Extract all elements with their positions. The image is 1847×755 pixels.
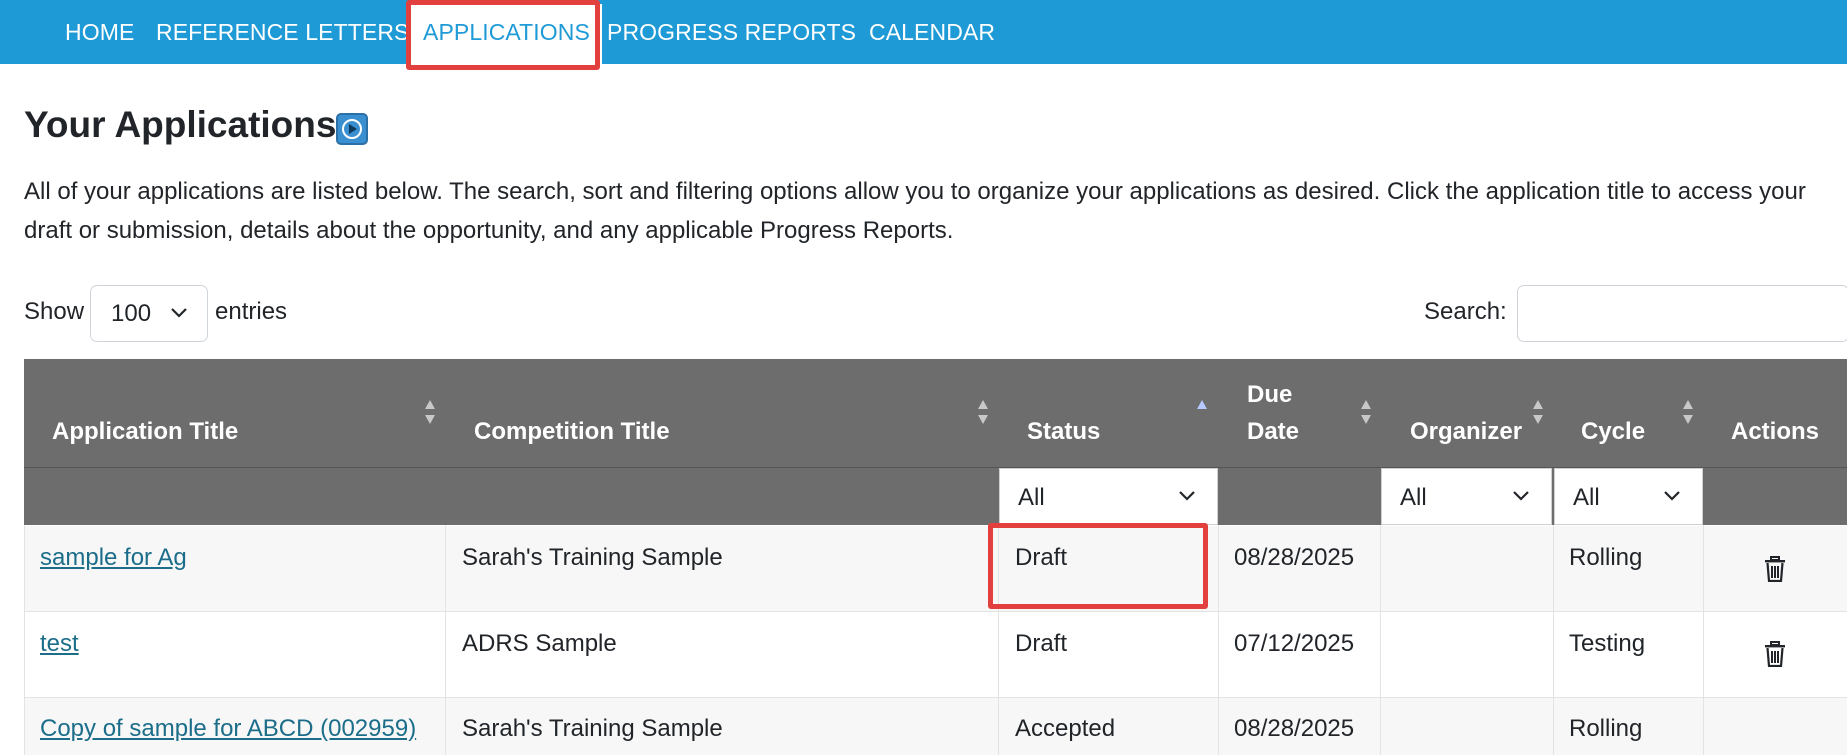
organizer-filter-value: All — [1400, 484, 1427, 511]
sort-arrows-icon[interactable] — [1682, 399, 1694, 425]
application-title-link[interactable]: sample for Ag — [40, 543, 187, 573]
column-divider — [1703, 525, 1704, 755]
nav-progress-reports[interactable]: PROGRESS REPORTS — [607, 0, 856, 64]
nav-reference-letters[interactable]: REFERENCE LETTERS — [156, 0, 409, 64]
column-divider — [445, 525, 446, 755]
chevron-down-icon — [1664, 491, 1680, 501]
sort-arrows-icon[interactable] — [424, 399, 436, 425]
cycle-cell: Rolling — [1569, 715, 1643, 742]
status-cell: Accepted — [1015, 715, 1116, 742]
due-date-cell: 07/12/2025 — [1234, 630, 1355, 657]
column-divider — [1380, 525, 1381, 755]
due-date-cell: 08/28/2025 — [1234, 715, 1355, 742]
column-divider — [1553, 525, 1554, 755]
search-label: Search: — [1424, 298, 1507, 325]
nav-home[interactable]: HOME — [65, 0, 134, 64]
cycle-filter-value: All — [1573, 484, 1600, 511]
organizer-filter-select[interactable]: All — [1381, 468, 1552, 525]
page-title: Your Applications — [24, 104, 337, 145]
header-organizer[interactable]: Organizer — [1410, 414, 1522, 450]
cycle-cell: Rolling — [1569, 544, 1643, 571]
sort-arrows-icon[interactable] — [977, 399, 989, 425]
entries-select[interactable]: 100 — [90, 285, 208, 342]
sort-arrows-icon[interactable] — [1360, 399, 1372, 425]
chevron-down-icon — [171, 308, 187, 318]
application-title-link[interactable]: Copy of sample for ABCD (002959) — [40, 714, 416, 744]
entries-label: entries — [215, 298, 288, 325]
table-header — [24, 359, 1847, 468]
competition-title-cell: Sarah's Training Sample — [462, 544, 723, 571]
due-date-cell: 08/28/2025 — [1234, 544, 1355, 571]
nav-calendar[interactable]: CALENDAR — [869, 0, 995, 64]
header-due-date-line1[interactable]: Due — [1247, 377, 1292, 413]
competition-title-cell: Sarah's Training Sample — [462, 715, 723, 742]
status-filter-select[interactable]: All — [999, 468, 1218, 525]
status-cell: Draft — [1015, 630, 1068, 657]
column-divider — [1218, 525, 1219, 755]
top-navbar: HOME REFERENCE LETTERS APPLICATIONS PROG… — [0, 0, 1847, 64]
nav-applications[interactable]: APPLICATIONS — [411, 4, 602, 64]
chevron-down-icon — [1513, 491, 1529, 501]
cycle-filter-select[interactable]: All — [1554, 468, 1703, 525]
header-cycle[interactable]: Cycle — [1581, 414, 1645, 450]
sort-asc-icon[interactable] — [1196, 399, 1208, 425]
search-input[interactable] — [1517, 285, 1847, 342]
competition-title-cell: ADRS Sample — [462, 630, 617, 657]
intro-text: All of your applications are listed belo… — [24, 178, 1806, 244]
trash-icon[interactable] — [1764, 641, 1786, 667]
header-actions: Actions — [1731, 418, 1820, 445]
sort-arrows-icon[interactable] — [1532, 399, 1544, 425]
chevron-down-icon — [1179, 491, 1195, 501]
column-divider — [24, 525, 25, 755]
header-due-date-line2[interactable]: Date — [1247, 414, 1299, 450]
header-competition-title[interactable]: Competition Title — [474, 414, 670, 450]
play-circle-icon[interactable] — [336, 113, 368, 145]
entries-value: 100 — [111, 300, 152, 327]
application-title-link[interactable]: test — [40, 629, 79, 659]
status-filter-value: All — [1018, 484, 1045, 511]
cycle-cell: Testing — [1569, 630, 1646, 657]
trash-icon[interactable] — [1764, 556, 1786, 582]
column-divider — [998, 525, 999, 755]
header-status[interactable]: Status — [1027, 414, 1100, 450]
header-application-title[interactable]: Application Title — [52, 414, 238, 450]
status-cell: Draft — [1015, 544, 1068, 571]
show-label: Show — [24, 298, 85, 325]
